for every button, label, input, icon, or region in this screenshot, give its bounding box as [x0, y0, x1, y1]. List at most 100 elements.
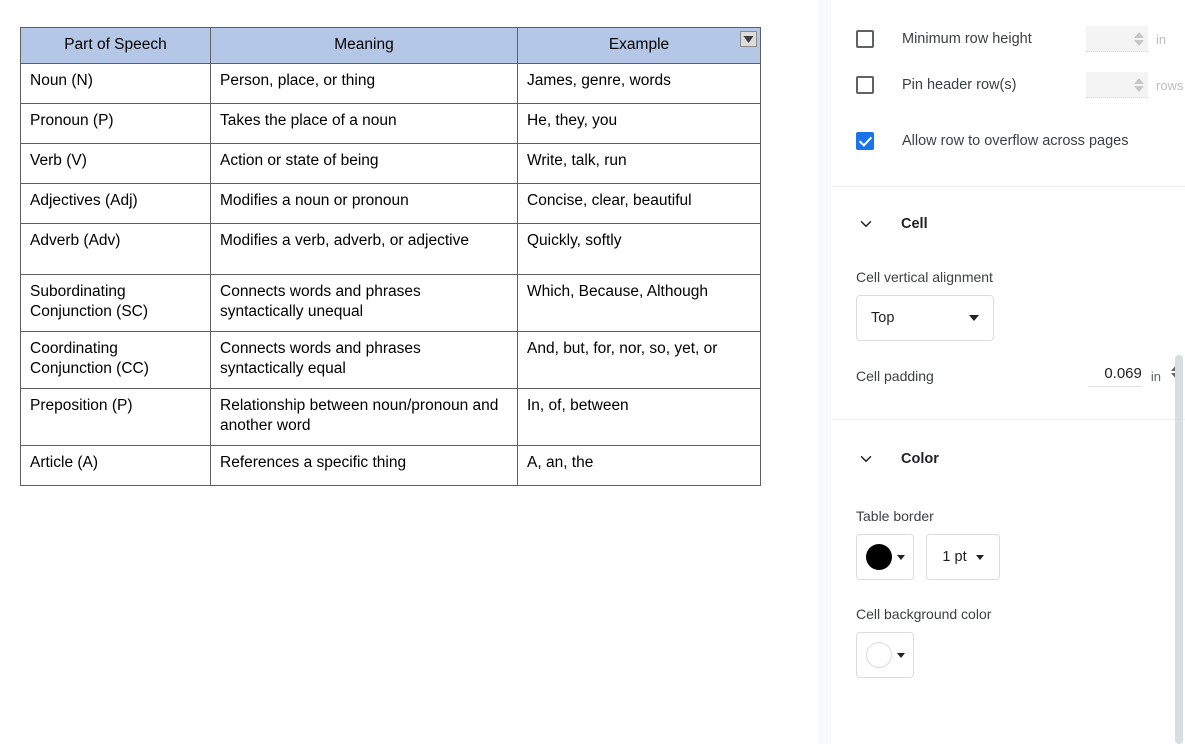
- arrow-down-icon[interactable]: [1134, 85, 1144, 92]
- sidebar-scrollbar-track[interactable]: [1173, 0, 1185, 744]
- table-row[interactable]: Noun (N) Person, place, or thing James, …: [20, 63, 761, 104]
- cell-padding-input[interactable]: 0.069: [1087, 365, 1142, 387]
- cell-vertical-alignment-field: Cell vertical alignment Top: [856, 269, 1161, 341]
- color-swatch-icon: [865, 642, 892, 668]
- chevron-down-icon[interactable]: [856, 214, 876, 234]
- stepper-arrows-icon[interactable]: [1134, 31, 1144, 46]
- parts-of-speech-table[interactable]: Part of Speech Meaning Example Noun (N) …: [20, 27, 761, 486]
- pin-header-rows-input[interactable]: [1086, 72, 1148, 98]
- column-header-label: Part of Speech: [64, 36, 167, 54]
- cell-meaning[interactable]: Person, place, or thing: [210, 63, 518, 104]
- minimum-row-height-input[interactable]: [1086, 26, 1148, 52]
- table-body: Noun (N) Person, place, or thing James, …: [20, 63, 761, 486]
- cell-section-title: Cell: [901, 216, 928, 232]
- pin-header-rows-checkbox[interactable]: [856, 76, 874, 94]
- cell-meaning[interactable]: Modifies a noun or pronoun: [210, 183, 518, 224]
- cell-meaning[interactable]: References a specific thing: [210, 444, 518, 486]
- table-row[interactable]: Adjectives (Adj) Modifies a noun or pron…: [20, 183, 761, 224]
- table-header: Part of Speech Meaning Example: [20, 27, 761, 64]
- stepper-arrows-icon[interactable]: [1134, 77, 1144, 92]
- color-section-header[interactable]: Color: [856, 436, 1161, 482]
- cell-part-of-speech[interactable]: Subordinating Conjunction (SC): [20, 274, 211, 332]
- minimum-row-height-label: Minimum row height: [902, 31, 1032, 47]
- cell-padding-field: Cell padding 0.069 in: [856, 365, 1181, 387]
- column-header-part-of-speech[interactable]: Part of Speech: [20, 27, 211, 64]
- table-border-color-picker[interactable]: [856, 534, 914, 580]
- table-row[interactable]: Article (A) References a specific thing …: [20, 444, 761, 486]
- cell-example[interactable]: Write, talk, run: [517, 143, 761, 184]
- cell-part-of-speech[interactable]: Adverb (Adv): [20, 223, 211, 275]
- allow-row-overflow-checkbox[interactable]: [856, 132, 874, 150]
- color-swatch-icon: [865, 544, 892, 570]
- option-pin-header-rows[interactable]: Pin header row(s) rows: [856, 62, 1183, 108]
- cell-padding-unit: in: [1150, 368, 1161, 384]
- pin-header-rows-label: Pin header row(s): [902, 77, 1017, 93]
- cell-example[interactable]: Which, Because, Although: [517, 274, 761, 332]
- column-header-example[interactable]: Example: [517, 27, 761, 64]
- table-row[interactable]: Pronoun (P) Takes the place of a noun He…: [20, 103, 761, 144]
- chevron-down-icon[interactable]: [896, 554, 905, 560]
- arrow-down-icon[interactable]: [1134, 39, 1144, 46]
- cell-part-of-speech[interactable]: Article (A): [20, 444, 211, 486]
- cell-meaning[interactable]: Modifies a verb, adverb, or adjective: [210, 223, 518, 275]
- cell-part-of-speech[interactable]: Coordinating Conjunction (CC): [20, 330, 211, 389]
- column-header-meaning[interactable]: Meaning: [210, 27, 518, 64]
- section-divider: [832, 419, 1185, 420]
- cell-example[interactable]: And, but, for, nor, so, yet, or: [517, 330, 761, 389]
- cell-example[interactable]: Quickly, softly: [517, 223, 761, 275]
- row-options-group: Minimum row height in Pin header row(s): [832, 16, 1185, 164]
- sidebar-scrollbar-thumb[interactable]: [1175, 355, 1183, 744]
- minimum-row-height-stepper[interactable]: in: [1086, 26, 1166, 52]
- pin-header-rows-stepper[interactable]: rows: [1086, 72, 1183, 98]
- chevron-down-icon[interactable]: [969, 315, 979, 321]
- cell-background-color-field: Cell background color: [856, 606, 1161, 678]
- table-border-field: Table border 1 pt: [856, 508, 1161, 580]
- cell-meaning[interactable]: Takes the place of a noun: [210, 103, 518, 144]
- table-row[interactable]: Preposition (P) Relationship between nou…: [20, 387, 761, 446]
- dropdown-arrow-icon[interactable]: [740, 31, 757, 47]
- table-row[interactable]: Coordinating Conjunction (CC) Connects w…: [20, 330, 761, 389]
- column-header-label: Example: [608, 36, 670, 54]
- cell-meaning[interactable]: Connects words and phrases syntactically…: [210, 274, 518, 332]
- cell-section-header[interactable]: Cell: [856, 201, 1161, 247]
- table-row[interactable]: Adverb (Adv) Modifies a verb, adverb, or…: [20, 223, 761, 275]
- document-scrollbar-track[interactable]: [818, 0, 831, 744]
- cell-padding-control[interactable]: 0.069 in: [1087, 365, 1181, 387]
- cell-meaning[interactable]: Relationship between noun/pronoun and an…: [210, 387, 518, 446]
- color-section: Color Table border 1 pt Cell background …: [832, 436, 1185, 678]
- chevron-down-icon[interactable]: [975, 554, 984, 560]
- table-border-label: Table border: [856, 508, 934, 524]
- table-row[interactable]: Verb (V) Action or state of being Write,…: [20, 143, 761, 184]
- cell-meaning[interactable]: Action or state of being: [210, 143, 518, 184]
- cell-example[interactable]: A, an, the: [517, 444, 761, 486]
- chevron-down-icon[interactable]: [896, 652, 905, 658]
- option-allow-row-overflow[interactable]: Allow row to overflow across pages: [856, 118, 1161, 164]
- cell-example[interactable]: James, genre, words: [517, 63, 761, 104]
- color-section-title: Color: [901, 451, 939, 467]
- allow-row-overflow-label: Allow row to overflow across pages: [902, 133, 1129, 149]
- table-properties-sidebar: Minimum row height in Pin header row(s): [832, 0, 1185, 744]
- cell-vertical-alignment-value: Top: [871, 310, 895, 326]
- cell-background-color-picker[interactable]: [856, 632, 914, 678]
- cell-vertical-alignment-select[interactable]: Top: [856, 295, 994, 341]
- chevron-down-icon[interactable]: [856, 449, 876, 469]
- cell-example[interactable]: He, they, you: [517, 103, 761, 144]
- cell-padding-label: Cell padding: [856, 368, 934, 384]
- cell-example[interactable]: In, of, between: [517, 387, 761, 446]
- arrow-up-icon[interactable]: [1134, 77, 1144, 84]
- arrow-up-icon[interactable]: [1134, 31, 1144, 38]
- cell-vertical-alignment-label: Cell vertical alignment: [856, 269, 993, 285]
- option-minimum-row-height[interactable]: Minimum row height in: [856, 16, 1166, 62]
- minimum-row-height-checkbox[interactable]: [856, 30, 874, 48]
- cell-meaning[interactable]: Connects words and phrases syntactically…: [210, 330, 518, 389]
- table-border-width-select[interactable]: 1 pt: [926, 534, 1000, 580]
- cell-part-of-speech[interactable]: Verb (V): [20, 143, 211, 184]
- cell-part-of-speech[interactable]: Pronoun (P): [20, 103, 211, 144]
- cell-example[interactable]: Concise, clear, beautiful: [517, 183, 761, 224]
- table-border-controls: 1 pt: [856, 534, 1161, 580]
- table-row[interactable]: Subordinating Conjunction (SC) Connects …: [20, 274, 761, 332]
- cell-part-of-speech[interactable]: Noun (N): [20, 63, 211, 104]
- cell-part-of-speech[interactable]: Preposition (P): [20, 387, 211, 446]
- cell-part-of-speech[interactable]: Adjectives (Adj): [20, 183, 211, 224]
- app-root: Part of Speech Meaning Example Noun (N) …: [0, 0, 1185, 744]
